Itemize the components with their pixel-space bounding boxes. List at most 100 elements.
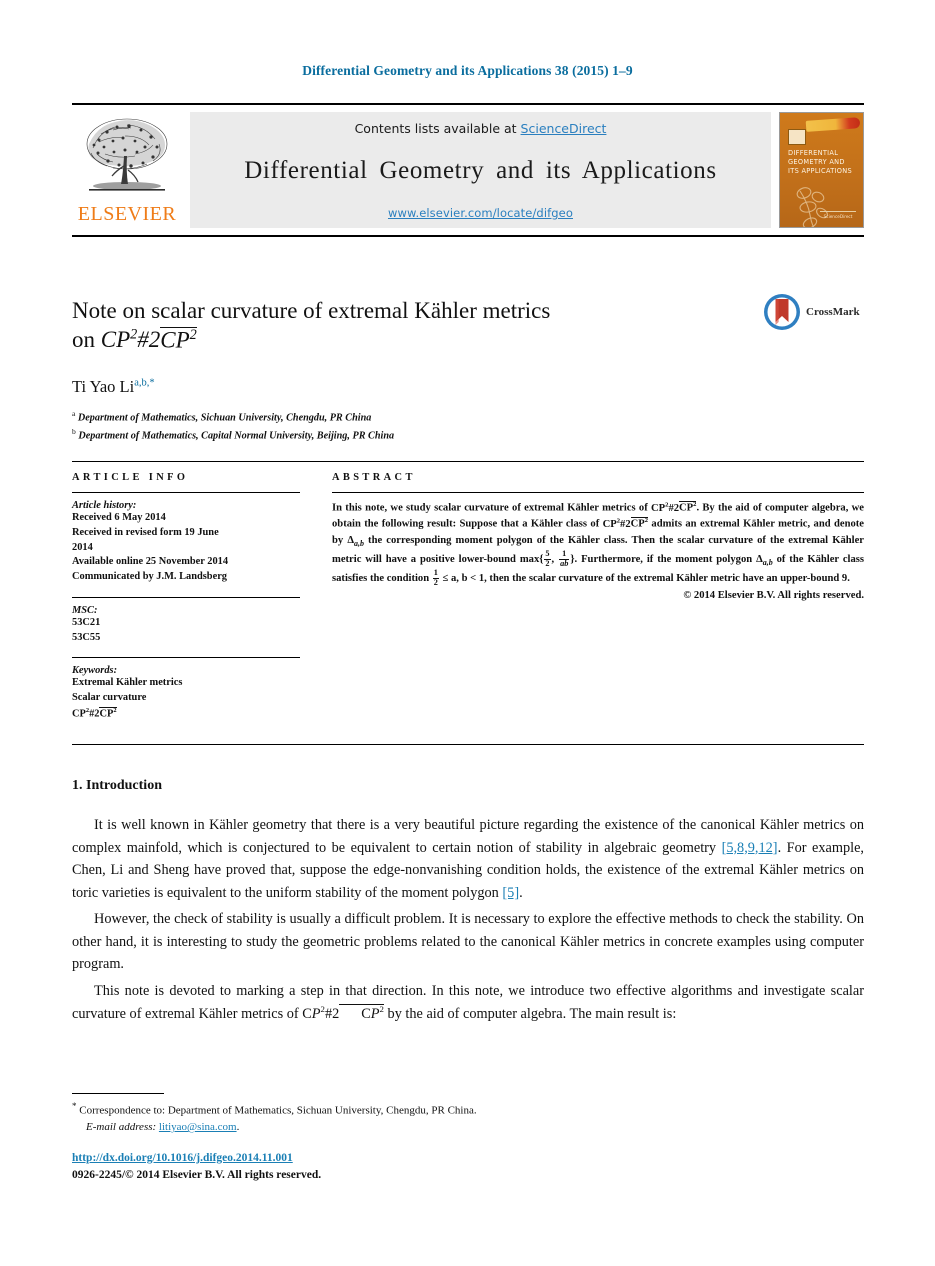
article-info-column: ARTICLE INFO Article history: Received 6…: [72, 472, 300, 734]
delta-subscript-1: a,b: [353, 538, 364, 548]
msc-group: MSC: 53C21 53C55: [72, 605, 300, 646]
masthead-top-rule: [72, 103, 864, 105]
fraction-3-denominator: 2: [433, 577, 438, 587]
contents-prefix-text: Contents lists available at: [354, 121, 521, 136]
delta-symbol-2: Δ: [756, 554, 763, 566]
footnote-email-period: .: [236, 1121, 240, 1134]
author-line: Ti Yao Lia,b,*: [72, 377, 732, 397]
crossmark-label: CrossMark: [806, 306, 860, 318]
article-info-heading: ARTICLE INFO: [72, 472, 189, 483]
abstract-delta-2: Δa,b: [756, 554, 773, 568]
info-top-rule: [72, 461, 864, 462]
affiliation-b-mark: b: [72, 427, 76, 437]
abstract-copyright: © 2014 Elsevier B.V. All rights reserved…: [683, 590, 864, 602]
cover-footer-text: ScienceDirect: [820, 211, 856, 219]
sciencedirect-link[interactable]: ScienceDirect: [521, 121, 607, 136]
contents-available-line: Contents lists available at ScienceDirec…: [355, 121, 607, 136]
history-line-4: Available online 25 November 2014: [72, 556, 229, 568]
paragraph-3: This note is devoted to marking a step i…: [72, 980, 864, 1025]
msc-separator-rule: [72, 596, 300, 598]
delta-subscript-2: a,b: [762, 558, 773, 568]
title-line-2-prefix: on: [72, 327, 101, 353]
abstract-math-1: CP2#2CP2: [651, 501, 697, 514]
fraction-five-halves: 52: [544, 549, 551, 568]
footnote-email-link[interactable]: litiyao@sina.com: [159, 1121, 237, 1133]
author-affiliation-marks[interactable]: a,b,*: [134, 377, 154, 388]
masthead-bottom-rule: [72, 235, 864, 237]
title-cp2-text: CP: [160, 327, 190, 353]
abstract-column: ABSTRACT In this note, we study scalar c…: [332, 472, 864, 601]
affiliation-b-text: Department of Mathematics, Capital Norma…: [78, 430, 395, 442]
msc-code-1: 53C21: [72, 616, 101, 628]
history-line-5: Communicated by J.M. Landsberg: [72, 571, 228, 583]
title-cp-text: CP: [100, 327, 131, 353]
journal-masthead: ELSEVIER Contents lists available at Sci…: [72, 103, 864, 237]
paragraph-2: However, the check of stability is usual…: [72, 911, 864, 973]
article-history-group: Article history: Received 6 May 2014 Rec…: [72, 500, 300, 585]
title-math-cp2-bar: CP2: [160, 326, 197, 353]
issn-copyright-line: 0926-2245/© 2014 Elsevier B.V. All right…: [72, 1168, 322, 1181]
crossmark-icon: [764, 294, 800, 330]
abstract-part-7: ≤ a, b < 1, then the scalar curvature of…: [439, 573, 850, 585]
history-line-1: Received 6 May 2014: [72, 512, 166, 523]
title-block: Note on scalar curvature of extremal Käh…: [72, 296, 732, 444]
fraction-2-denominator: ab: [560, 558, 569, 568]
running-head: Differential Geometry and its Applicatio…: [302, 63, 633, 78]
page-title: Note on scalar curvature of extremal Käh…: [72, 296, 732, 355]
journal-banner: Contents lists available at ScienceDirec…: [190, 112, 771, 228]
crossmark-badge[interactable]: CrossMark: [762, 292, 862, 332]
abstract-delta-1: Δa,b: [347, 535, 364, 548]
elsevier-tree-icon: [86, 118, 168, 191]
citation-link-5-8-9-12[interactable]: [5,8,9,12]: [722, 840, 778, 856]
paragraph-3-text-b: by the aid of computer algebra. The main…: [383, 1005, 677, 1022]
abstract-heading: ABSTRACT: [332, 472, 416, 483]
doi-block: http://dx.doi.org/10.1016/j.difgeo.2014.…: [72, 1150, 772, 1183]
cover-publisher-badge: [788, 129, 806, 145]
citation-link-5[interactable]: [5]: [502, 885, 519, 901]
affiliation-b: b Department of Mathematics, Capital Nor…: [72, 426, 732, 444]
footnote-correspondence: * Correspondence to: Department of Mathe…: [72, 1100, 772, 1119]
cover-artwork-icon: [796, 187, 828, 227]
keyword-1: Extremal Kähler metrics: [72, 677, 183, 689]
footnote-email: E-mail address: litiyao@sina.com.: [72, 1119, 772, 1136]
title-math-cp1: CP2: [100, 327, 138, 353]
affiliation-a: a Department of Mathematics, Sichuan Uni…: [72, 408, 732, 426]
paragraph-1: It is well known in Kähler geometry that…: [72, 814, 864, 904]
keywords-label: Keywords:: [72, 665, 118, 677]
history-line-3: 2014: [72, 541, 93, 553]
title-line-1: Note on scalar curvature of extremal Käh…: [72, 298, 551, 323]
msc-code-2: 53C55: [72, 631, 101, 643]
abstract-body: In this note, we study scalar curvature …: [332, 501, 865, 587]
journal-title: Differential Geometry and its Applicatio…: [244, 157, 717, 184]
paper-page: Differential Geometry and its Applicatio…: [0, 0, 935, 1266]
article-info-heading-rule: [72, 492, 300, 493]
section-heading-introduction: 1. Introduction: [72, 778, 162, 793]
title-cp2-exp: 2: [189, 326, 197, 343]
keyword-2: Scalar curvature: [72, 692, 147, 704]
fraction-1-denominator: 2: [545, 558, 550, 568]
author-name: Ti Yao Li: [72, 376, 135, 396]
footnotes-block: * Correspondence to: Department of Mathe…: [72, 1100, 772, 1136]
cover-title-text: DIFFERENTIAL GEOMETRY AND ITS APPLICATIO…: [788, 149, 853, 175]
footnote-star-marker: *: [72, 1101, 77, 1111]
journal-homepage-link[interactable]: www.elsevier.com/locate/difgeo: [388, 206, 573, 220]
abstract-part-1: In this note, we study scalar curvature …: [332, 502, 652, 514]
paragraph-1-text-c: .: [519, 884, 523, 901]
keywords-group: Keywords: Extremal Kähler metrics Scalar…: [72, 665, 300, 722]
abstract-heading-rule: [332, 492, 864, 493]
keyword-3: CP2#2CP2: [72, 706, 117, 720]
affiliation-list: a Department of Mathematics, Sichuan Uni…: [72, 408, 732, 444]
affiliation-a-text: Department of Mathematics, Sichuan Unive…: [77, 412, 372, 424]
masthead-row: ELSEVIER Contents lists available at Sci…: [72, 112, 864, 228]
doi-link[interactable]: http://dx.doi.org/10.1016/j.difgeo.2014.…: [72, 1152, 293, 1164]
journal-cover-thumbnail[interactable]: DIFFERENTIAL GEOMETRY AND ITS APPLICATIO…: [779, 112, 864, 228]
footnote-correspondence-text: Correspondence to: Department of Mathema…: [79, 1104, 477, 1117]
affiliation-a-mark: a: [72, 408, 76, 418]
title-math-hash: #2: [137, 327, 161, 353]
elsevier-logo: ELSEVIER: [72, 112, 182, 228]
paragraph-3-math: CP2#2 CP2: [302, 1003, 384, 1022]
abstract-bottom-rule: [72, 744, 864, 745]
abstract-math-2: CP2#2CP2: [602, 517, 649, 530]
fraction-one-over-ab: 1 ab: [559, 549, 570, 568]
keywords-separator-rule: [72, 657, 300, 659]
